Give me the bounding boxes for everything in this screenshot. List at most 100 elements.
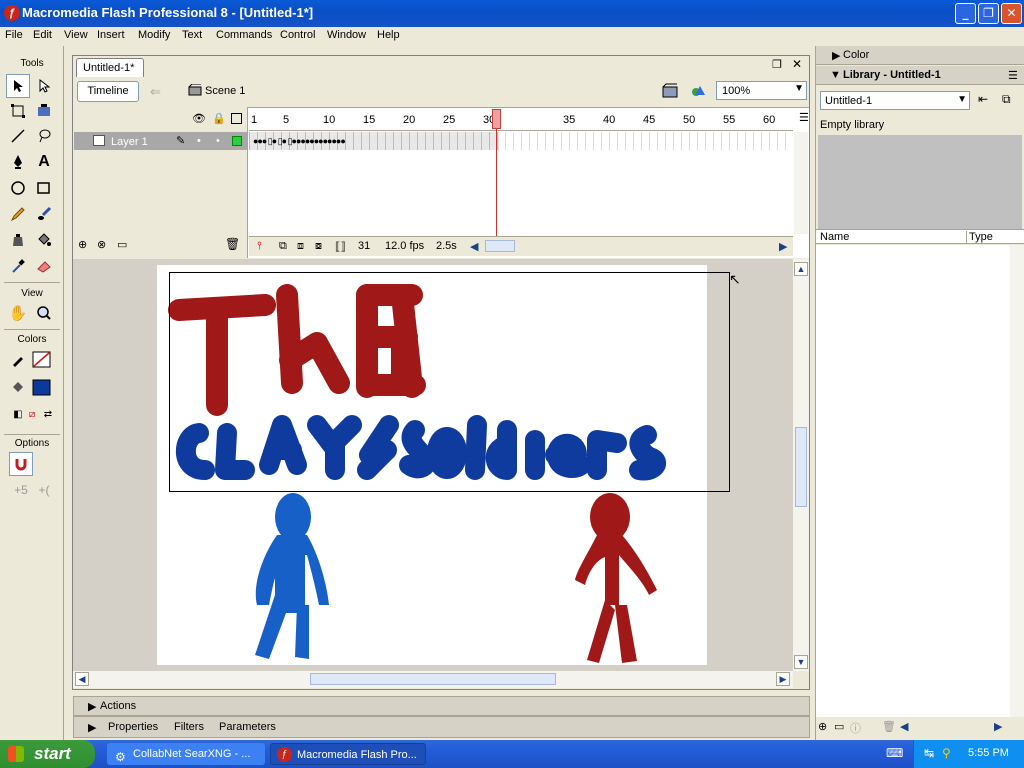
timeline-menu-icon[interactable]: ☰: [799, 111, 809, 124]
oval-tool-icon[interactable]: [6, 176, 30, 200]
modify-markers-icon[interactable]: ⟦⟧: [335, 240, 346, 253]
restore-button[interactable]: ❐: [978, 3, 999, 24]
menu-modify[interactable]: Modify: [138, 29, 170, 41]
column-type[interactable]: Type: [966, 231, 993, 243]
edit-symbols-icon[interactable]: [690, 82, 710, 100]
eraser-icon[interactable]: [32, 254, 56, 278]
selection-bounding-box[interactable]: [169, 272, 730, 492]
stroke-color-swatch[interactable]: [30, 348, 54, 372]
zoom-tool-icon[interactable]: [32, 301, 56, 325]
column-name[interactable]: Name: [820, 231, 849, 243]
center-frame-icon[interactable]: ⫯: [257, 240, 262, 253]
scroll-down-icon[interactable]: ▼: [794, 655, 808, 669]
line-tool-icon[interactable]: [6, 124, 30, 148]
timeline-toggle-button[interactable]: Timeline: [77, 81, 139, 102]
trash-icon[interactable]: 🗑: [225, 237, 240, 251]
subselection-tool-icon[interactable]: [32, 74, 56, 98]
document-tab[interactable]: Untitled-1*: [76, 58, 144, 77]
expand-arrow-icon[interactable]: ▶: [88, 721, 96, 734]
menu-commands[interactable]: Commands: [216, 29, 272, 41]
swap-colors-icon[interactable]: ⇄: [36, 402, 60, 426]
scroll-left-icon[interactable]: ◀: [75, 672, 89, 686]
scroll-left-icon[interactable]: ◀: [470, 240, 478, 253]
library-list[interactable]: [816, 245, 1010, 717]
new-folder-icon[interactable]: ▭: [834, 720, 844, 733]
layer-outline-color[interactable]: [232, 136, 242, 146]
layer-name[interactable]: Layer 1: [111, 136, 148, 148]
minimize-button[interactable]: _: [955, 3, 976, 24]
paint-bucket-icon[interactable]: [32, 228, 56, 252]
insert-folder-icon[interactable]: ▭: [117, 238, 127, 251]
menu-edit[interactable]: Edit: [33, 29, 52, 41]
stage-vscroll-thumb[interactable]: [795, 427, 807, 507]
library-vscroll[interactable]: [1010, 245, 1024, 717]
task-flash[interactable]: ƒ Macromedia Flash Pro...: [270, 743, 426, 765]
timeline-hscroll-thumb[interactable]: [485, 240, 515, 252]
edit-multiple-icon[interactable]: ⧇: [315, 240, 322, 253]
scroll-right-icon[interactable]: ▶: [779, 240, 787, 253]
gradient-transform-icon[interactable]: [32, 99, 56, 123]
search-icon[interactable]: ⚲: [942, 746, 951, 760]
brush-tool-icon[interactable]: [32, 202, 56, 226]
close-button[interactable]: ✕: [1001, 3, 1022, 24]
pin-library-icon[interactable]: ⇤: [978, 92, 988, 106]
lasso-tool-icon[interactable]: [32, 124, 56, 148]
stage-hscroll[interactable]: ◀ ▶: [73, 671, 793, 688]
add-motion-guide-icon[interactable]: ⊗: [97, 238, 106, 251]
frame-rate[interactable]: 12.0 fps: [385, 240, 424, 252]
scene-label[interactable]: Scene 1: [205, 85, 245, 97]
eyedropper-icon[interactable]: [6, 254, 30, 278]
menu-file[interactable]: File: [5, 29, 23, 41]
close-doc-icon[interactable]: ✕: [792, 57, 802, 71]
delete-icon[interactable]: 🗑: [882, 720, 896, 733]
tab-properties[interactable]: Properties: [108, 721, 158, 733]
hand-tool-icon[interactable]: ✋: [6, 301, 30, 325]
color-panel-header[interactable]: ▶ Color: [816, 46, 1024, 65]
new-symbol-icon[interactable]: ⊕: [818, 720, 827, 733]
flash-app-icon[interactable]: ƒ: [4, 5, 20, 21]
onion-skin-icon[interactable]: ⧉: [279, 240, 287, 253]
fill-color-swatch[interactable]: [30, 376, 54, 400]
keyboard-icon[interactable]: ⌨: [886, 746, 903, 760]
outline-icon[interactable]: [231, 113, 242, 124]
layer-lock-dot[interactable]: •: [216, 135, 220, 147]
rectangle-tool-icon[interactable]: [32, 176, 56, 200]
tab-filters[interactable]: Filters: [174, 721, 204, 733]
pencil-tool-icon[interactable]: [6, 202, 30, 226]
zoom-select[interactable]: 100% ▼: [716, 81, 807, 100]
onion-outline-icon[interactable]: ⧈: [297, 240, 304, 253]
edit-scene-icon[interactable]: [662, 82, 682, 100]
ink-bottle-icon[interactable]: [6, 228, 30, 252]
actions-panel-header[interactable]: ▶ Actions: [73, 696, 810, 716]
scroll-right-icon[interactable]: ▶: [776, 672, 790, 686]
task-searxng[interactable]: ⚙ CollabNet SearXNG - ...: [107, 743, 265, 765]
insert-layer-icon[interactable]: ⊕: [78, 238, 87, 251]
panel-menu-icon[interactable]: ☰: [1008, 69, 1018, 82]
playhead[interactable]: [492, 109, 501, 129]
menu-text[interactable]: Text: [182, 29, 202, 41]
menu-view[interactable]: View: [64, 29, 88, 41]
frame-ruler[interactable]: 1 5 10 15 20 25 30 35 40 45 50 55 60: [249, 109, 793, 131]
library-panel-header[interactable]: ▼ Library - Untitled-1 ☰: [816, 66, 1024, 85]
tab-parameters[interactable]: Parameters: [219, 721, 276, 733]
selection-tool-icon[interactable]: [6, 74, 30, 98]
menu-window[interactable]: Window: [327, 29, 366, 41]
restore-doc-icon[interactable]: ❐: [772, 58, 782, 71]
lock-icon[interactable]: 🔒: [212, 112, 226, 125]
stage-hscroll-thumb[interactable]: [310, 673, 556, 685]
scroll-up-icon[interactable]: ▲: [794, 262, 808, 276]
stage-vscroll[interactable]: ▲ ▼: [793, 259, 809, 671]
menu-help[interactable]: Help: [377, 29, 400, 41]
frame-row[interactable]: ●●● ▯● ▯● ▯●●●●●●●●●●●●: [249, 132, 793, 150]
library-select[interactable]: Untitled-1 ▼: [820, 91, 970, 110]
pen-tool-icon[interactable]: [6, 150, 30, 174]
new-library-icon[interactable]: ⧉: [1002, 92, 1011, 107]
timeline-vscroll[interactable]: [794, 132, 808, 234]
menu-insert[interactable]: Insert: [97, 29, 125, 41]
network-icon[interactable]: ↹: [924, 746, 934, 760]
properties-icon[interactable]: ⓘ: [850, 720, 861, 736]
snap-magnet-icon[interactable]: [9, 452, 33, 476]
menu-control[interactable]: Control: [280, 29, 315, 41]
free-transform-icon[interactable]: [6, 99, 30, 123]
layer-visible-dot[interactable]: •: [197, 135, 201, 147]
